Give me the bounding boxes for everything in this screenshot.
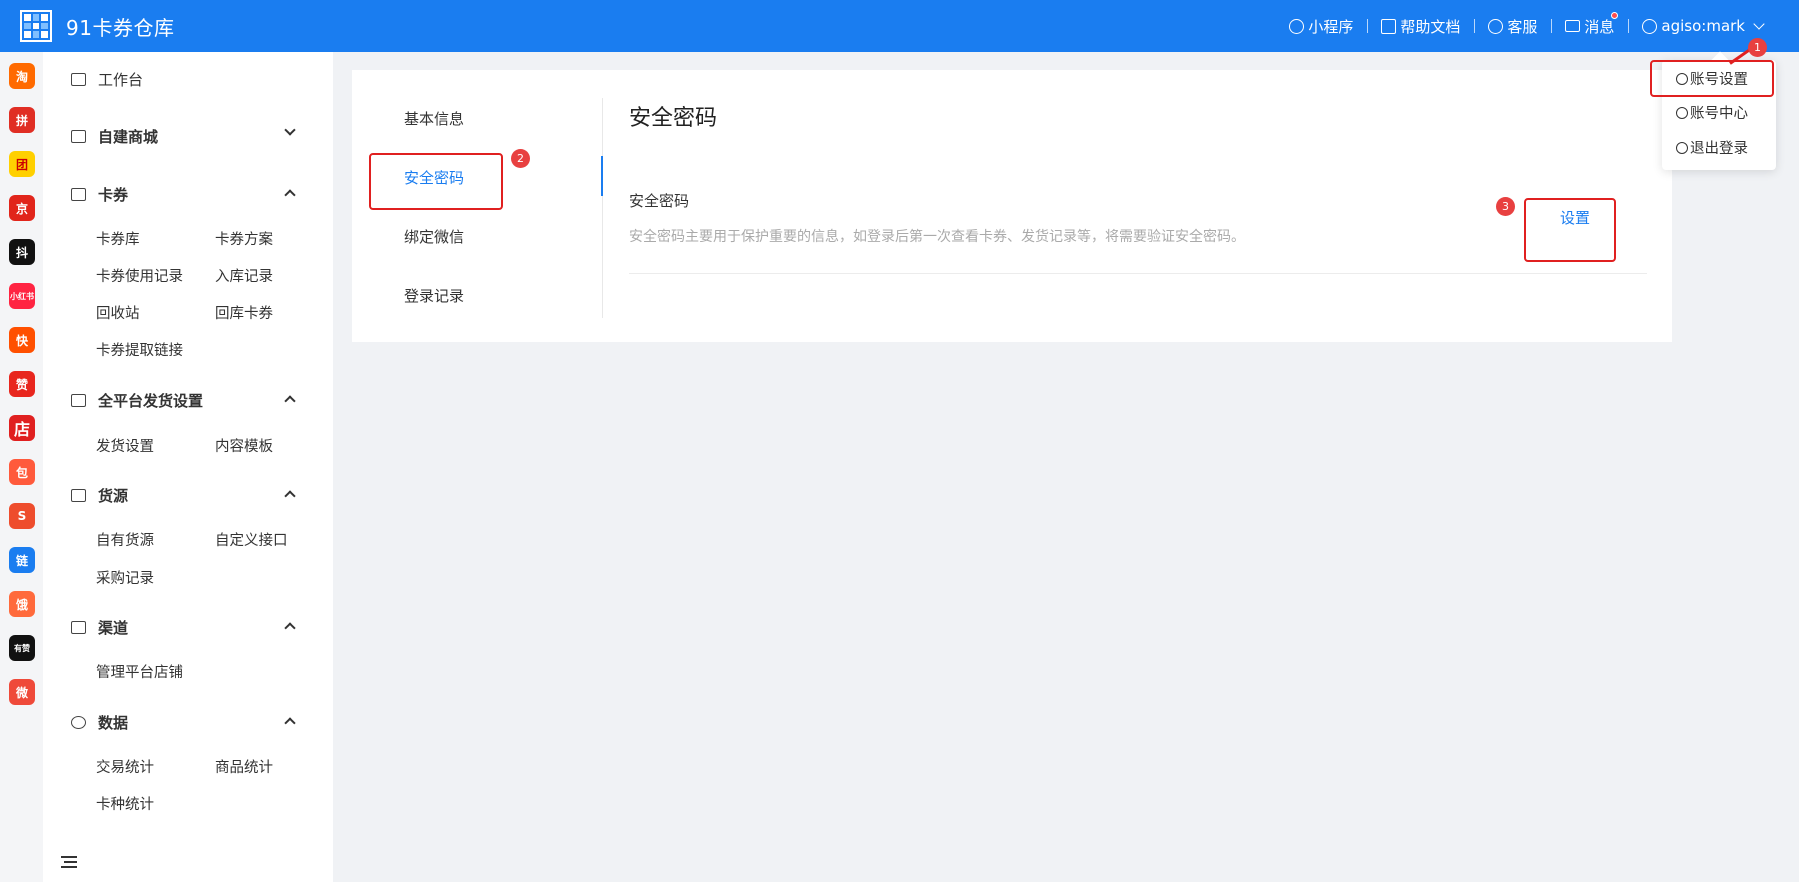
grid-icon xyxy=(71,394,86,407)
annotation-badge-1: 1 xyxy=(1748,38,1767,57)
chevron-down-icon xyxy=(284,124,296,136)
sidebar-item-custom-api[interactable]: 自定义接口 xyxy=(215,529,288,550)
sidebar-item-content-template[interactable]: 内容模板 xyxy=(215,435,273,456)
app-title: 91卡券仓库 xyxy=(66,15,175,40)
sidebar: 工作台 自建商城 卡券 卡券库 卡券方案 卡券使用记录 入库记录 回收站 回库卡… xyxy=(43,52,333,882)
sidebar-group-cards[interactable]: 卡券 xyxy=(71,184,316,205)
tab-bind-wechat[interactable]: 绑定微信 xyxy=(404,226,464,247)
kuaishou-icon[interactable]: 快 xyxy=(9,327,35,353)
annotation-badge-3: 3 xyxy=(1496,197,1515,216)
headset-icon xyxy=(1488,18,1504,34)
account-settings-card: 基本信息 安全密码 绑定微信 登录记录 安全密码 安全密码 安全密码主要用于保护… xyxy=(352,70,1672,342)
meituan-tuangou-icon[interactable]: 团 xyxy=(9,151,35,177)
sidebar-item-card-usage[interactable]: 卡券使用记录 xyxy=(96,265,183,286)
annotation-box-1 xyxy=(1650,60,1774,97)
annotation-box-3 xyxy=(1524,198,1616,262)
tab-basic-info[interactable]: 基本信息 xyxy=(404,108,464,129)
username: agiso:mark xyxy=(1661,17,1745,35)
store-icon xyxy=(71,130,86,143)
chevron-up-icon xyxy=(284,395,296,407)
cart-icon xyxy=(71,489,86,502)
sidebar-item-card-type-stats[interactable]: 卡种统计 xyxy=(96,793,154,814)
active-tab-indicator xyxy=(601,156,603,196)
nav-mini-program[interactable]: 小程序 xyxy=(1275,16,1367,37)
jd-icon[interactable]: 京 xyxy=(9,195,35,221)
douyin-icon[interactable]: 抖 xyxy=(9,239,35,265)
tab-divider xyxy=(602,98,603,318)
card-icon xyxy=(71,188,86,201)
user-menu-trigger[interactable]: agiso:mark xyxy=(1628,17,1777,35)
bag-icon xyxy=(71,621,86,634)
security-password-description: 安全密码主要用于保护重要的信息，如登录后第一次查看卡券、发货记录等，将需要验证安… xyxy=(629,229,1245,245)
sidebar-item-delivery-settings[interactable]: 发货设置 xyxy=(96,435,154,456)
sidebar-item-workbench[interactable]: 工作台 xyxy=(71,69,143,90)
sidebar-item-product-stats[interactable]: 商品统计 xyxy=(215,756,273,777)
platform-strip: 淘 拼 团 京 抖 小红书 快 赞 店 包 S 链 饿 有赞 微 xyxy=(0,52,43,882)
user-center-icon xyxy=(1676,106,1688,119)
nav-messages[interactable]: 消息 xyxy=(1551,11,1628,37)
logout-icon xyxy=(1676,141,1688,154)
link-platform-icon[interactable]: 链 xyxy=(9,547,35,573)
sidebar-group-data[interactable]: 数据 xyxy=(71,712,316,733)
menu-item-logout[interactable]: 退出登录 xyxy=(1676,137,1748,158)
weidian-icon[interactable]: 微 xyxy=(9,679,35,705)
shop-icon[interactable]: 店 xyxy=(9,415,35,441)
sidebar-item-trade-stats[interactable]: 交易统计 xyxy=(96,756,154,777)
sidebar-item-own-supply[interactable]: 自有货源 xyxy=(96,529,154,550)
shopping-bag-icon[interactable]: 包 xyxy=(9,459,35,485)
annotation-box-2 xyxy=(369,153,503,210)
mail-icon xyxy=(1565,20,1581,32)
section-title: 安全密码 xyxy=(629,106,718,131)
nav-help-docs[interactable]: 帮助文档 xyxy=(1367,16,1474,37)
menu-item-account-center[interactable]: 账号中心 xyxy=(1676,102,1748,123)
chevron-up-icon xyxy=(284,490,296,502)
pie-chart-icon xyxy=(71,716,86,729)
document-icon xyxy=(1381,18,1397,34)
shopee-icon[interactable]: S xyxy=(9,503,35,529)
youzan-icon[interactable]: 有赞 xyxy=(9,635,35,661)
sidebar-group-mall[interactable]: 自建商城 xyxy=(71,124,316,147)
taobao-icon[interactable]: 淘 xyxy=(9,63,35,89)
sidebar-group-supply[interactable]: 货源 xyxy=(71,485,316,506)
annotation-badge-2: 2 xyxy=(511,149,530,168)
security-password-label: 安全密码 xyxy=(629,192,690,210)
user-icon xyxy=(1642,18,1658,34)
sidebar-item-returned-cards[interactable]: 回库卡券 xyxy=(215,302,273,323)
thumbs-up-icon[interactable]: 赞 xyxy=(9,371,35,397)
chevron-up-icon xyxy=(284,717,296,729)
sidebar-item-recycle-bin[interactable]: 回收站 xyxy=(96,302,140,323)
sidebar-item-purchase-records[interactable]: 采购记录 xyxy=(96,567,154,588)
logo-icon xyxy=(20,10,52,42)
link-icon xyxy=(1289,18,1305,34)
app-logo[interactable]: 91卡券仓库 xyxy=(20,10,174,42)
sidebar-item-manage-shops[interactable]: 管理平台店铺 xyxy=(96,661,183,682)
top-header: 91卡券仓库 小程序 帮助文档 客服 消息 agiso:mark xyxy=(0,0,1799,52)
monitor-icon xyxy=(71,73,86,86)
pinduoduo-icon[interactable]: 拼 xyxy=(9,107,35,133)
sidebar-item-stock-in[interactable]: 入库记录 xyxy=(215,265,273,286)
xiaohongshu-icon[interactable]: 小红书 xyxy=(9,283,35,309)
eleme-icon[interactable]: 饿 xyxy=(9,591,35,617)
sidebar-item-card-library[interactable]: 卡券库 xyxy=(96,228,140,249)
sidebar-item-card-plan[interactable]: 卡券方案 xyxy=(215,228,273,249)
chevron-down-icon xyxy=(1753,18,1765,30)
sidebar-item-extract-link[interactable]: 卡券提取链接 xyxy=(96,339,183,360)
sidebar-group-delivery[interactable]: 全平台发货设置 xyxy=(71,390,316,411)
unread-dot xyxy=(1611,11,1619,19)
collapse-menu-icon[interactable] xyxy=(61,856,77,868)
chevron-up-icon xyxy=(284,622,296,634)
nav-customer-service[interactable]: 客服 xyxy=(1474,16,1551,37)
sidebar-group-channels[interactable]: 渠道 xyxy=(71,617,316,638)
field-divider xyxy=(629,273,1647,274)
chevron-up-icon xyxy=(284,189,296,201)
tab-login-records[interactable]: 登录记录 xyxy=(404,285,464,306)
